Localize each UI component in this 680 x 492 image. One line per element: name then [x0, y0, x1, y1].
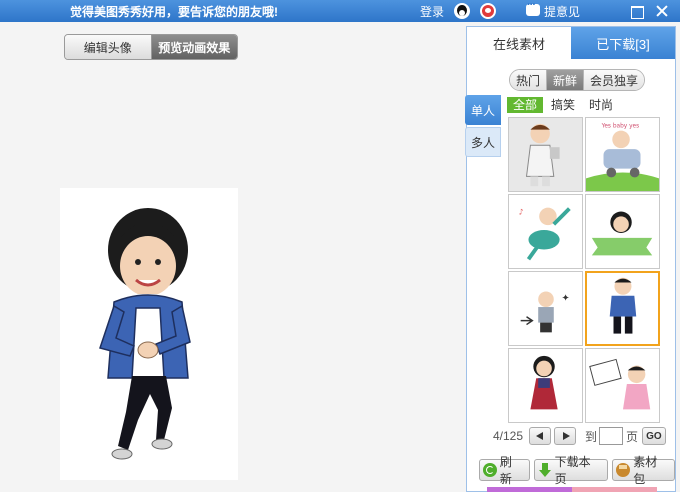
go-button[interactable]: GO — [642, 427, 666, 445]
category-list: 全部 搞笑 时尚 — [507, 97, 621, 113]
material-thumbnail-selected[interactable] — [585, 271, 660, 346]
thumb-boy-white-suit-illustration — [509, 118, 582, 191]
material-pack-button[interactable]: 素材包 — [612, 455, 676, 486]
material-thumbnail[interactable] — [585, 348, 660, 423]
side-tab-multi[interactable]: 多人 — [465, 127, 501, 157]
thumb-small-figure-illustration: ✦ — [509, 272, 582, 345]
tab-downloaded[interactable]: 已下载[3] — [571, 27, 675, 59]
goto-label: 到 — [585, 429, 598, 444]
package-icon — [616, 463, 631, 477]
login-link[interactable]: 登录 — [420, 3, 444, 20]
tab-online-materials[interactable]: 在线素材 — [467, 27, 571, 59]
thumb-jacket-kid-illustration — [587, 273, 658, 344]
cartoon-figure-illustration — [99, 208, 191, 460]
page-number-input[interactable] — [599, 427, 624, 445]
side-tab-single[interactable]: 单人 — [465, 95, 501, 125]
close-icon[interactable] — [652, 1, 672, 21]
qq-icon[interactable] — [454, 3, 470, 19]
material-thumbnail[interactable]: ✦ — [508, 271, 583, 346]
next-page-icon[interactable] — [554, 427, 577, 445]
thumb-girl-dress-illustration — [509, 349, 582, 422]
refresh-button[interactable]: 刷新 — [479, 455, 530, 486]
material-panel: 在线素材 已下载[3] 热门 新鲜 会员独享 单人 多人 全部 搞笑 时尚 Ye… — [465, 26, 676, 492]
filter-new[interactable]: 新鲜 — [547, 70, 585, 90]
title-bar: 觉得美图秀秀好用，要告诉您的朋友哦! 登录 提意见 — [0, 0, 680, 22]
material-thumbnail[interactable] — [508, 117, 583, 192]
material-thumbnail[interactable]: Yes baby yes — [585, 117, 660, 192]
edit-avatar-button[interactable]: 编辑头像 — [65, 35, 152, 59]
filter-vip[interactable]: 会员独享 — [584, 70, 645, 90]
thumb-caption: Yes baby yes — [601, 124, 640, 130]
material-tabs: 在线素材 已下载[3] — [467, 27, 675, 59]
material-thumbnail[interactable] — [508, 348, 583, 423]
category-fashion[interactable]: 时尚 — [583, 97, 619, 113]
filter-hot[interactable]: 热门 — [510, 70, 548, 90]
thumb-girl-sign-illustration — [586, 349, 659, 422]
preview-canvas — [60, 188, 238, 480]
refresh-label: 刷新 — [499, 455, 512, 486]
filter-group: 热门 新鲜 会员独享 — [509, 69, 646, 91]
download-arrow-icon — [538, 463, 552, 477]
material-thumbnail[interactable]: ♪ — [508, 194, 583, 269]
thumb-dancing-kid-illustration: ♪ — [509, 195, 582, 268]
category-funny[interactable]: 搞笑 — [545, 97, 581, 113]
promo-slogan: 觉得美图秀秀好用，要告诉您的朋友哦! — [70, 5, 278, 19]
weibo-icon[interactable] — [480, 3, 496, 19]
chat-bubble-icon[interactable] — [526, 0, 540, 16]
material-thumbnail[interactable] — [585, 194, 660, 269]
download-page-label: 下载本页 — [554, 455, 591, 486]
panel-actions: 刷新 下载本页 素材包 — [479, 455, 676, 486]
preview-animation-button[interactable]: 预览动画效果 — [151, 35, 237, 59]
maximize-icon[interactable] — [626, 1, 646, 21]
refresh-icon — [483, 463, 497, 477]
mode-toggle: 编辑头像 预览动画效果 — [64, 34, 238, 60]
page-indicator: 4/125 — [493, 429, 524, 443]
material-grid: Yes baby yes ♪ ✦ — [508, 117, 660, 423]
thumb-toy-car-illustration: Yes baby yes — [586, 118, 659, 191]
pagination: 4/125 到 页 GO — [493, 427, 666, 445]
svg-text:♪: ♪ — [519, 207, 524, 216]
prev-page-icon[interactable] — [529, 427, 552, 445]
download-page-button[interactable]: 下载本页 — [533, 455, 609, 486]
thumb-banner-kid-illustration — [586, 195, 659, 268]
category-all[interactable]: 全部 — [507, 97, 544, 113]
material-pack-label: 素材包 — [633, 455, 658, 486]
svg-text:✦: ✦ — [562, 293, 570, 304]
bottom-color-strip — [487, 487, 657, 492]
feedback-link[interactable]: 提意见 — [544, 3, 580, 20]
page-unit-label: 页 — [626, 429, 639, 444]
